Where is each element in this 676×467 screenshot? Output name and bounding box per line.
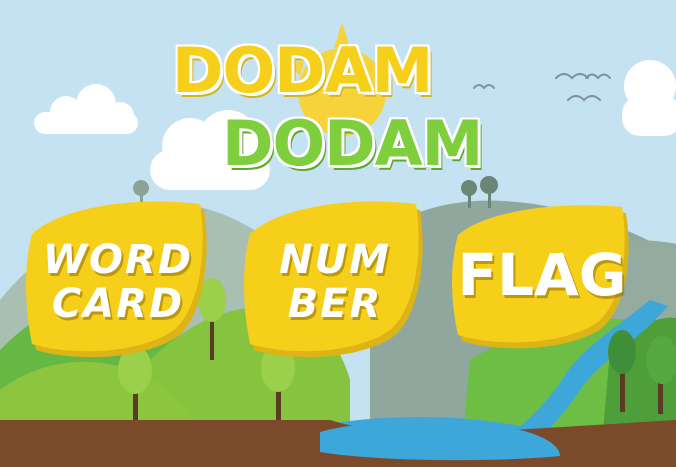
flag-button[interactable]: FLAG <box>448 205 636 355</box>
word-card-button[interactable]: WORD CARD <box>22 200 214 365</box>
word-card-label-2: CARD <box>51 281 185 327</box>
cloud-right <box>622 60 676 136</box>
game-title-screen: DODAM DODAM WORD CARD NUM BER FLAG <box>0 0 676 467</box>
game-title-line-1: DODAM <box>172 34 433 107</box>
game-title-line-2: DODAM <box>222 107 483 180</box>
word-card-label-1: WORD <box>42 237 194 283</box>
ground <box>0 420 676 467</box>
flag-label: FLAG <box>457 241 627 309</box>
number-button[interactable]: NUM BER <box>240 200 430 365</box>
number-label-2: BER <box>287 281 383 327</box>
number-label-1: NUM <box>279 237 391 283</box>
